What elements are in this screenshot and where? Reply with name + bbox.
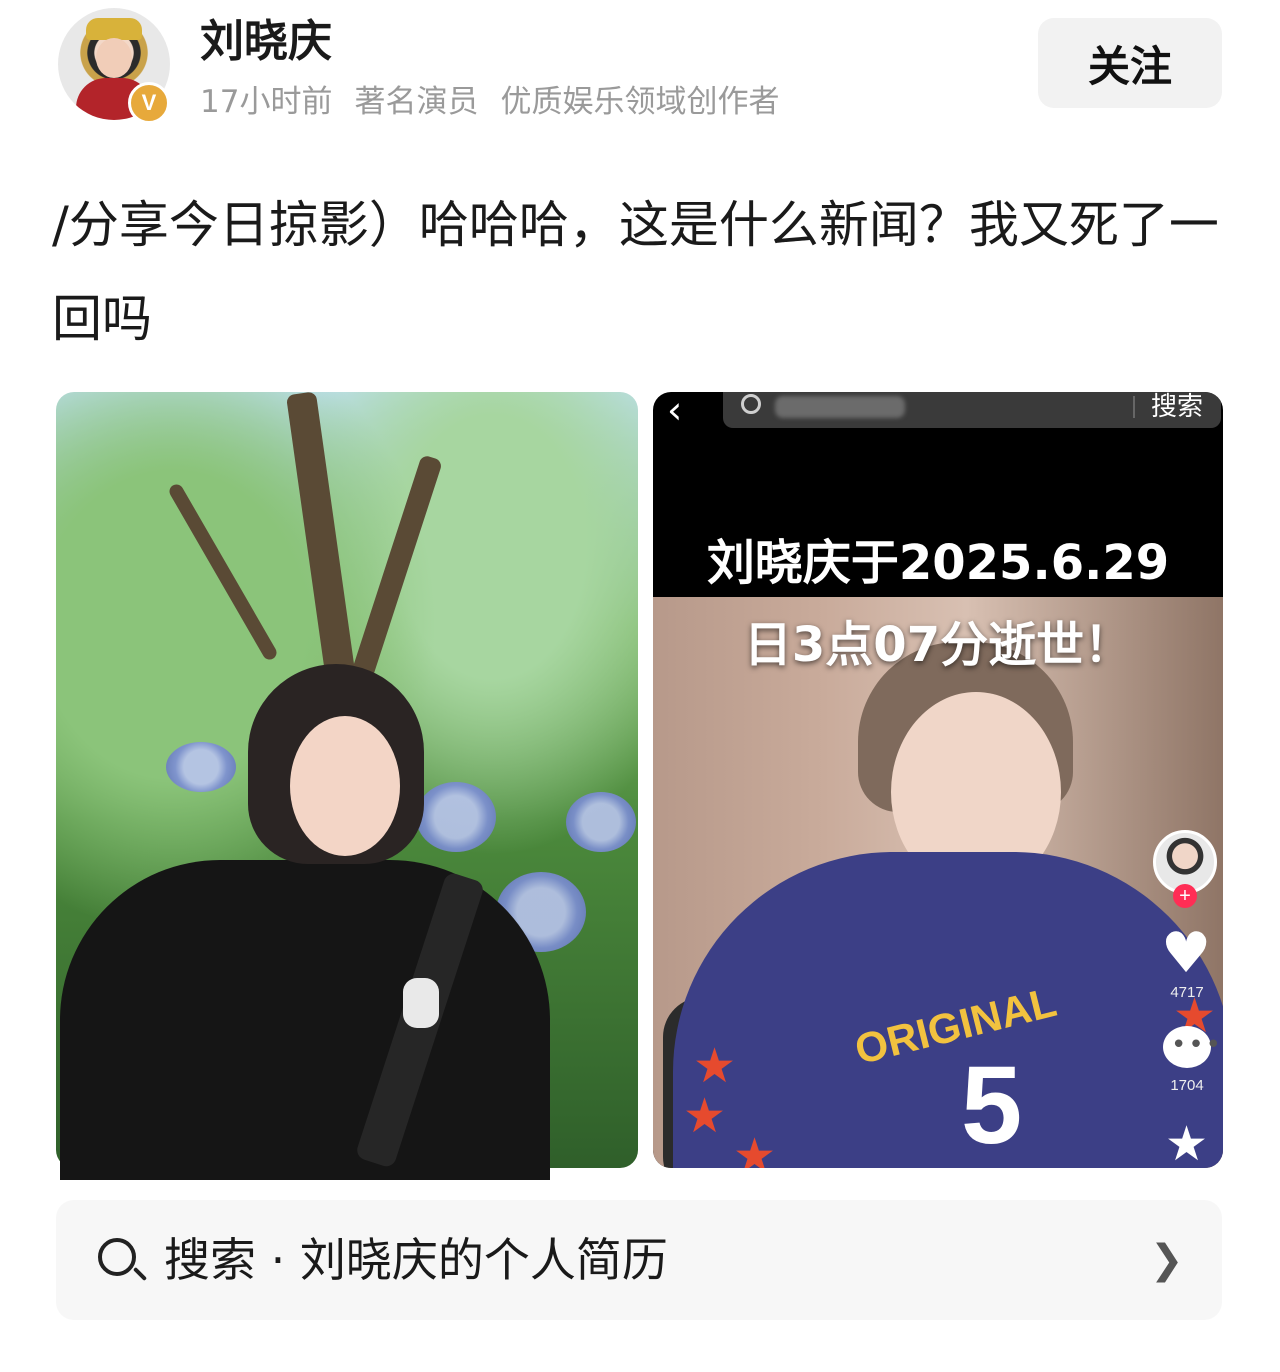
divider (1133, 396, 1135, 418)
author-title-2: 优质娱乐领域创作者 (500, 84, 780, 120)
video-caption: 刘晓庆于2025.6.29 日3点07分逝世！ (653, 522, 1223, 686)
search-icon (741, 394, 761, 414)
shirt-number: 5 (961, 1044, 1023, 1167)
star-icon: ★ (693, 1038, 737, 1094)
verified-badge-icon: V (128, 82, 170, 124)
comment-dots-icon: ••• (1171, 1030, 1223, 1060)
woman-face (290, 716, 400, 856)
post-text: /分享今日掠影）哈哈哈，这是什么新闻？我又死了一回吗 (52, 196, 1219, 348)
related-search-link[interactable]: 搜索 · 刘晓庆的个人简历 ❯ (56, 1200, 1222, 1320)
tree-trunk (285, 392, 357, 683)
comment-count: 1704 (1170, 1077, 1204, 1094)
avatar-face (96, 38, 132, 78)
post-meta: 17小时前 著名演员 优质娱乐领域创作者 (200, 80, 801, 124)
post-time: 17小时前 (200, 84, 333, 120)
author-name[interactable]: 刘晓庆 (200, 14, 332, 70)
star-icon: ★ (683, 1088, 727, 1144)
related-search-label: 搜索 · 刘晓庆的个人简历 (164, 1233, 668, 1287)
author-title-1: 著名演员 (354, 84, 479, 120)
video-caption-line-1: 刘晓庆于2025.6.29 (706, 535, 1170, 591)
photo-right-video-screenshot[interactable]: ORIGINAL 5 ★ ★ ★ ★ ‹ 搜索 刘晓庆于2025.6.29 日3… (653, 392, 1223, 1168)
hydrangea-flower (416, 782, 496, 852)
star-favorite-icon: ★ (1165, 1116, 1209, 1168)
video-search-bar: 搜索 (723, 392, 1221, 428)
back-icon: ‹ (667, 392, 683, 432)
follow-plus-icon: + (1173, 884, 1197, 908)
avatar-hat (86, 18, 142, 40)
necklace-pendant (403, 978, 439, 1028)
heart-icon: ♥ (1161, 921, 1212, 986)
blurred-query (775, 396, 905, 418)
tree-trunk (351, 454, 443, 680)
video-caption-line-2: 日3点07分逝世！ (743, 617, 1133, 673)
search-icon (98, 1238, 136, 1276)
hydrangea-flower (566, 792, 636, 852)
hydrangea-flower (166, 742, 236, 792)
video-topbar: ‹ 搜索 (653, 392, 1223, 432)
star-icon: ★ (733, 1128, 777, 1168)
tree-trunk (166, 481, 280, 663)
like-count: 4717 (1170, 984, 1204, 1001)
follow-button[interactable]: 关注 (1038, 18, 1222, 108)
video-search-button: 搜索 (1151, 392, 1204, 422)
chevron-right-icon: ❯ (1150, 1237, 1184, 1283)
